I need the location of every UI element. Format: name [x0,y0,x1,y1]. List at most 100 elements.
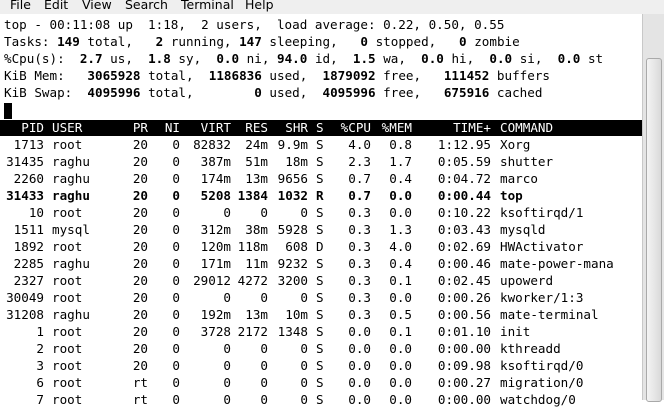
pr-cell: 20 [132,188,148,203]
mem-cell: 0.4 [389,171,412,186]
time-cell: 0:00.00 [437,341,491,356]
user-cell: raghu [52,256,90,271]
ni-cell: 0 [172,239,180,254]
column-header-ni: NI [164,120,180,135]
shr-cell: 5928 [277,222,308,237]
menu-terminal[interactable]: Terminal [181,0,234,11]
command-cell: shutter [500,154,554,169]
pr-cell: 20 [132,273,148,288]
virt-cell: 82832 [193,137,231,152]
ni-cell: 0 [172,341,180,356]
ni-cell: 0 [172,154,180,169]
ni-cell: 0 [172,222,180,237]
scrollbar-thumb[interactable] [646,58,662,402]
command-cell: init [500,324,531,339]
virt-cell: 3728 [200,324,231,339]
table-row: 3 root 20 0 0 0 0 S 0.0 0.0 0:09.98 ksoftirqd/0 [0,358,642,375]
menu-file[interactable]: File [10,0,31,11]
res-cell: 0 [260,375,268,390]
virt-cell: 0 [223,290,231,305]
pid-cell: 2 [36,341,44,356]
scrollbar[interactable] [642,14,664,402]
state-cell: S [316,324,324,339]
ni-cell: 0 [172,358,180,373]
res-cell: 0 [260,358,268,373]
state-cell: S [316,205,324,220]
column-header-time: TIME+ [453,120,491,135]
res-cell: 0 [260,341,268,356]
pr-cell: 20 [132,324,148,339]
mem-cell: 0.1 [389,324,412,339]
mem-cell: 1.3 [389,222,412,237]
shr-cell: 9.9m [277,137,308,152]
virt-cell: 5208 [200,188,231,203]
shr-cell: 1032 [277,188,308,203]
shr-cell: 0 [300,205,308,220]
menu-edit[interactable]: Edit [44,0,68,11]
cpu-cell: 0.7 [348,171,371,186]
state-cell: S [316,290,324,305]
pid-cell: 6 [36,375,44,390]
state-cell: S [316,375,324,390]
res-cell: 24m [245,137,268,152]
table-row: 1 root 20 0 3728 2172 1348 S 0.0 0.1 0:01.10 init [0,324,642,341]
shr-cell: 18m [285,154,308,169]
table-row: 30049 root 20 0 0 0 0 S 0.3 0.0 0:00.26 kworker/1:3 [0,290,642,307]
virt-cell: 174m [200,171,231,186]
table-row: 2260 raghu 20 0 174m 13m 9656 S 0.7 0.4 0:04.72 mar… [0,171,642,188]
time-cell: 0:09.98 [437,358,491,373]
res-cell: 13m [245,307,268,322]
shr-cell: 10m [285,307,308,322]
cpu-cell: 0.0 [348,392,371,407]
time-cell: 1:12.95 [437,137,491,152]
column-header-cpu: %CPU [340,120,371,135]
mem-cell: 1.7 [389,154,412,169]
mem-cell: 0.8 [389,137,412,152]
command-cell: kworker/1:3 [500,290,584,305]
virt-cell: 0 [223,205,231,220]
command-cell: mysqld [500,222,546,237]
pid-cell: 31435 [6,154,44,169]
time-cell: 0:00.26 [437,290,491,305]
user-cell: raghu [52,188,90,203]
column-header-mem: %MEM [381,120,412,135]
user-cell: root [52,239,83,254]
mem-cell: 0.0 [389,341,412,356]
time-cell: 0:00.56 [437,307,491,322]
cpu-cell: 0.7 [348,188,371,203]
virt-cell: 171m [200,256,231,271]
command-cell: mate-terminal [500,307,599,322]
virt-cell: 29012 [193,273,231,288]
user-cell: root [52,341,83,356]
mem-line: KiB Mem: 3065928 total, 1186836 used, 18… [4,68,550,83]
table-row: 1713 root 20 0 82832 24m 9.9m S 4.0 0.8 1:12.95 Xor… [0,137,642,154]
mem-cell: 0.1 [389,273,412,288]
column-header-pr: PR [132,120,148,135]
mem-cell: 0.0 [389,290,412,305]
mem-cell: 0.0 [389,358,412,373]
res-cell: 38m [245,222,268,237]
table-row: 2327 root 20 0 29012 4272 3200 S 0.3 0.1 0:02.45 up… [0,273,642,290]
command-cell: watchdog/0 [500,392,576,407]
column-header-shr: SHR [285,120,308,135]
command-cell: Xorg [500,137,531,152]
time-cell: 0:10.22 [437,205,491,220]
menu-view[interactable]: View [82,0,112,11]
menu-help[interactable]: Help [245,0,274,11]
column-header-state: S [316,120,324,135]
state-cell: S [316,222,324,237]
table-row: 31435 raghu 20 0 387m 51m 18m S 2.3 1.7 0:05.59 shu… [0,154,642,171]
pid-cell: 1 [36,324,44,339]
mem-cell: 0.0 [389,188,412,203]
virt-cell: 192m [200,307,231,322]
command-cell: upowerd [500,273,554,288]
res-cell: 51m [245,154,268,169]
cpu-cell: 0.0 [348,324,371,339]
state-cell: S [316,256,324,271]
table-row: 2 root 20 0 0 0 0 S 0.0 0.0 0:00.00 kthreadd [0,341,642,358]
time-cell: 0:03.43 [437,222,491,237]
cpu-cell: 0.3 [348,205,371,220]
menu-search[interactable]: Search [125,0,168,11]
res-cell: 0 [260,290,268,305]
cpu-cell: 0.3 [348,256,371,271]
